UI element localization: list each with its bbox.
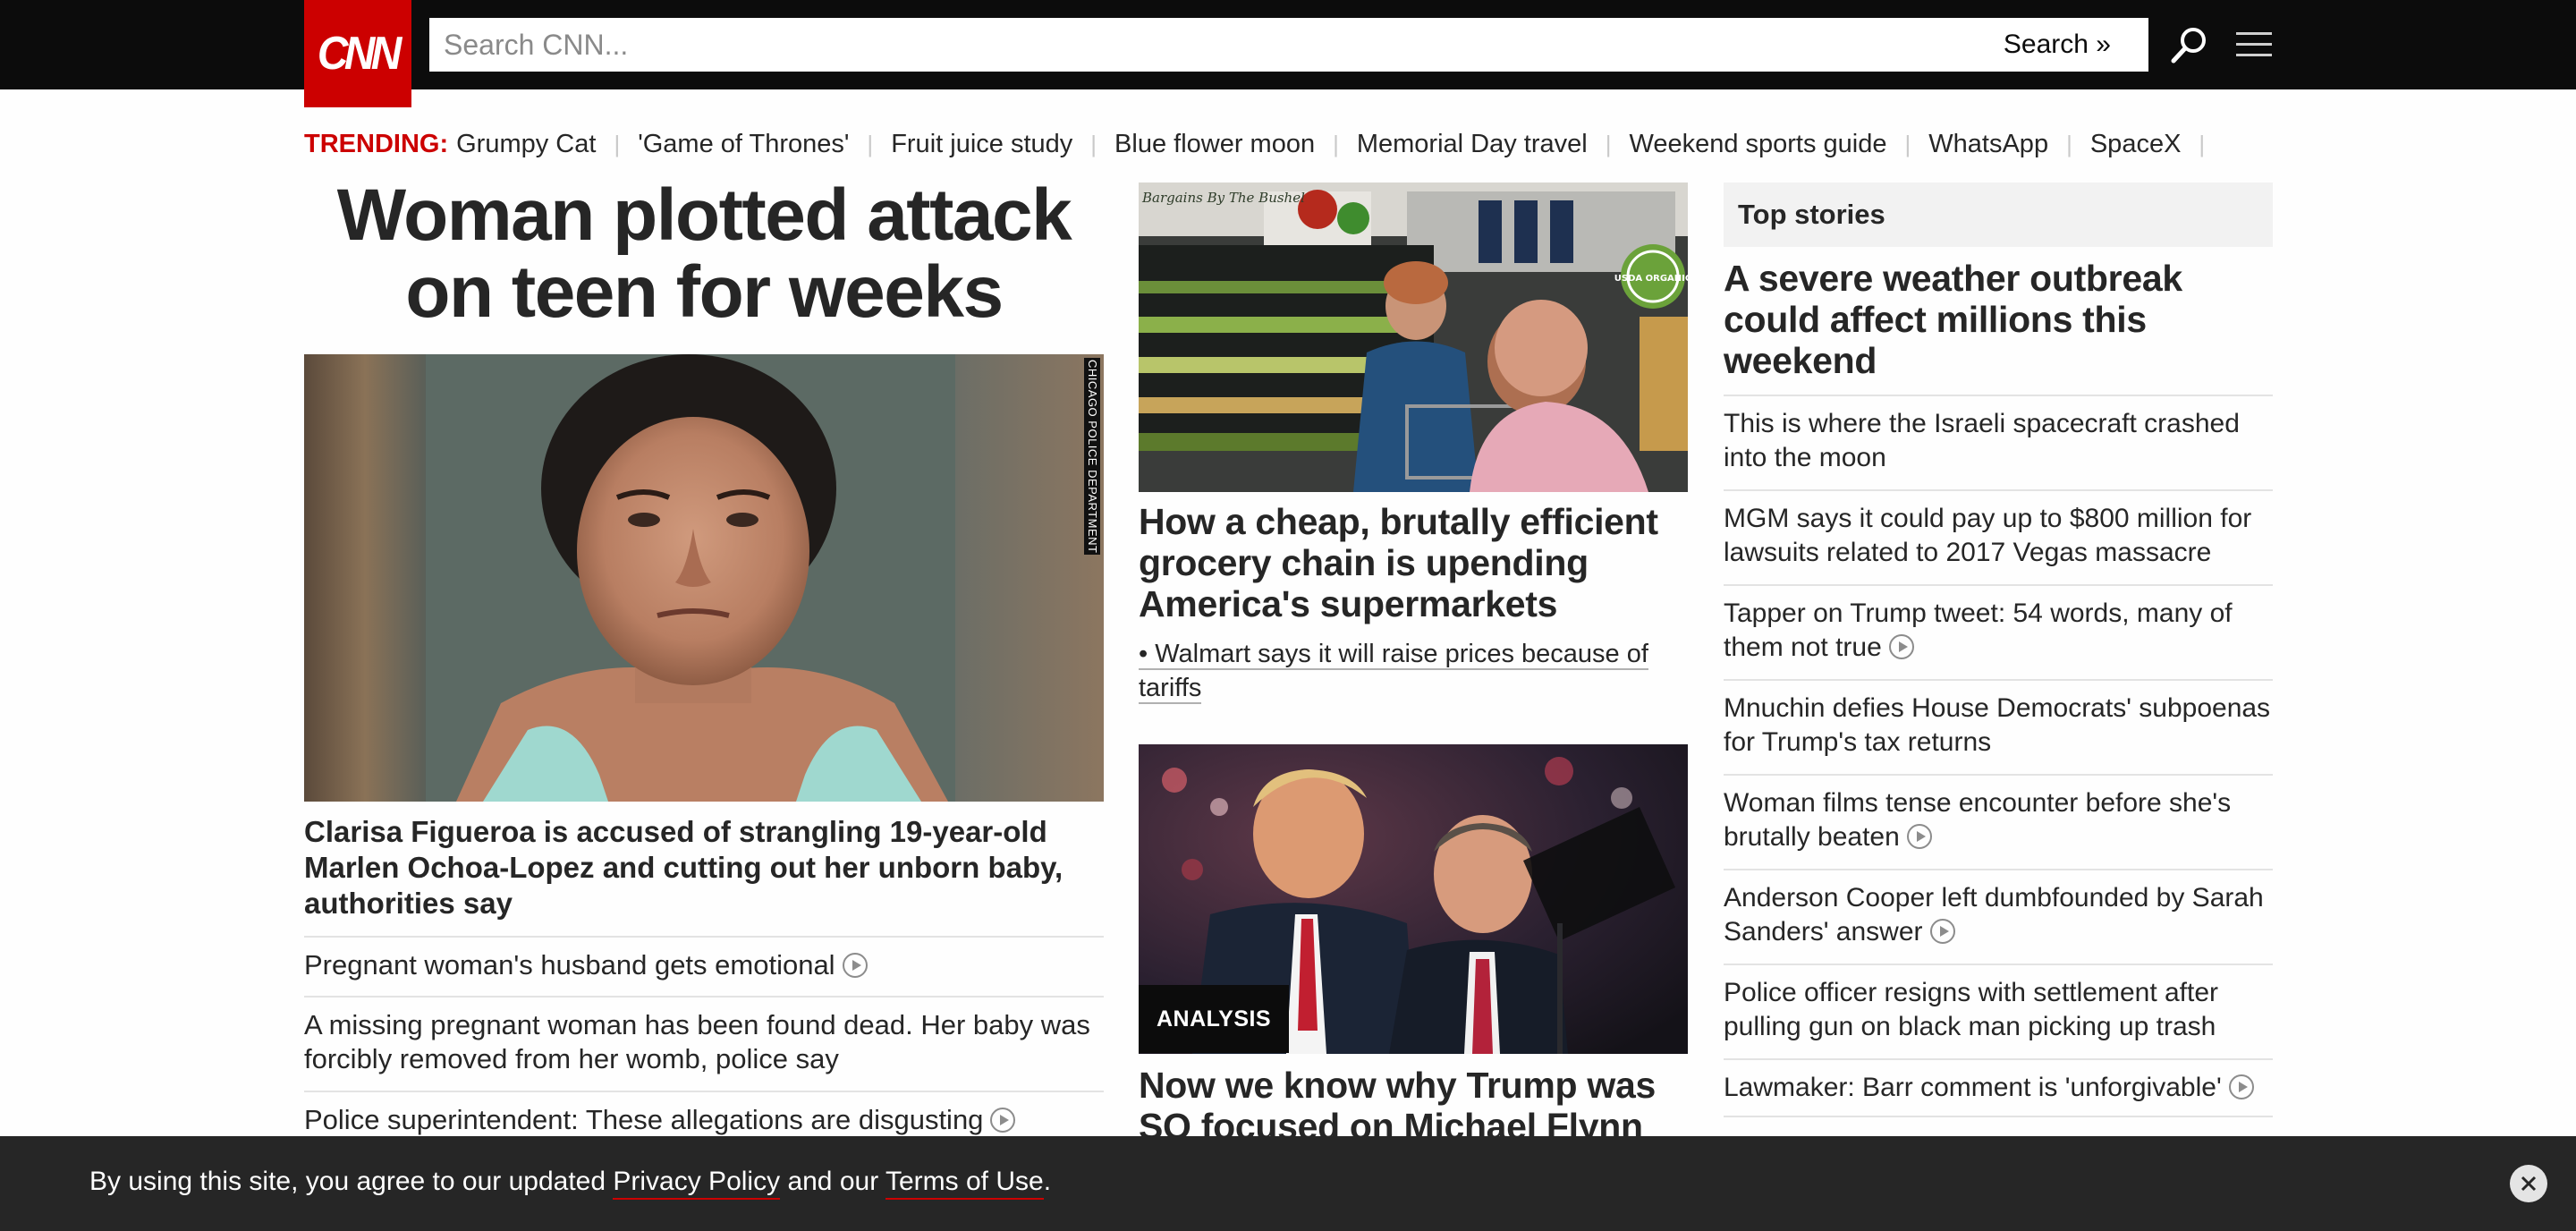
trending-label: TRENDING: [304,129,449,158]
related-story-link[interactable]: Pregnant woman's husband gets emotional [304,936,1104,982]
trending-item[interactable]: Memorial Day travel [1357,130,1588,159]
top-story-link[interactable]: Mnuchin defies House Democrats' subpoena… [1724,679,2273,760]
top-story-link[interactable]: Police officer resigns with settlement a… [1724,964,2273,1044]
search-input[interactable] [429,18,2004,72]
menu-icon[interactable] [2233,23,2275,66]
play-video-icon [990,1108,1016,1133]
trending-item[interactable]: SpaceX [2090,130,2182,159]
close-icon [2521,1176,2537,1192]
trending-separator: | [1904,130,1911,157]
trending-separator: | [614,130,621,157]
play-video-icon [1906,824,1932,849]
grocery-story-headline[interactable]: How a cheap, brutally efficient grocery … [1139,501,1688,624]
search-submit-button[interactable]: Search » [2004,30,2148,60]
search-box: Search » [429,18,2148,72]
walmart-tariffs-link[interactable]: • Walmart says it will raise prices beca… [1139,637,1688,705]
trending-item[interactable]: Weekend sports guide [1629,130,1886,159]
trending-separator: | [1090,130,1097,157]
related-story-link[interactable]: Police superintendent: These allegations… [304,1091,1104,1137]
trending-separator: | [1605,130,1612,157]
top-stories-lead-headline[interactable]: A severe weather outbreak could affect m… [1724,258,2273,381]
store-sign-text: Bargains By The Bushel [1141,190,1305,206]
play-video-icon [1888,634,1914,659]
trending-separator: | [1333,130,1339,157]
top-story-link[interactable]: Woman films tense encounter before she's… [1724,774,2273,854]
trending-separator: | [2066,130,2072,157]
flynn-story-headline[interactable]: Now we know why Trump was SO focused on … [1139,1065,1688,1136]
trending-item[interactable]: 'Game of Thrones' [638,130,849,159]
top-story-text: Woman films tense encounter before she's… [1724,788,2232,852]
top-story-text: This is where the Israeli spacecraft cra… [1724,409,2240,472]
walmart-tariffs-text: • Walmart says it will raise prices beca… [1139,640,1648,704]
cookie-message: By using this site, you agree to our upd… [89,1167,1052,1200]
top-story-text: MGM says it could pay up to $800 million… [1724,504,2252,567]
related-story-text: A missing pregnant woman has been found … [304,1009,1090,1074]
cookie-suffix: . [1043,1167,1052,1196]
related-story-text: Pregnant woman's husband gets emotional [304,949,835,981]
top-story-text: Lawmaker: Barr comment is 'unforgivable' [1724,1073,2222,1102]
trending-item[interactable]: Grumpy Cat [456,130,596,159]
top-story-text: Tapper on Trump tweet: 54 words, many of… [1724,599,2233,662]
trending-separator: | [2199,130,2206,157]
main-story-caption[interactable]: Clarisa Figueroa is accused of stranglin… [304,814,1104,921]
logo-text: CNN [318,28,402,80]
top-story-link[interactable]: This is where the Israeli spacecraft cra… [1724,395,2273,475]
play-video-icon [2228,1074,2254,1099]
top-story-text: Mnuchin defies House Democrats' subpoena… [1724,693,2271,757]
top-story-text: Anderson Cooper left dumbfounded by Sara… [1724,883,2264,947]
trending-item[interactable]: Blue flower moon [1114,130,1315,159]
top-story-link[interactable]: Tapper on Trump tweet: 54 words, many of… [1724,584,2273,665]
top-stories-title: Top stories [1724,183,2273,247]
top-story-link[interactable]: MGM says it could pay up to $800 million… [1724,489,2273,570]
main-headline[interactable]: Woman plotted attack on teen for weeks [304,177,1104,331]
trending-bar: TRENDING: Grumpy Cat | 'Game of Thrones' |… [304,126,2223,162]
privacy-policy-link[interactable]: Privacy Policy [613,1167,781,1200]
cookie-consent-bar: By using this site, you agree to our upd… [0,1136,2576,1231]
trending-item[interactable]: WhatsApp [1928,130,2048,159]
top-story-link[interactable]: Anderson Cooper left dumbfounded by Sara… [1724,869,2273,949]
mugshot-image [304,354,1104,802]
photo-credit: CHICAGO POLICE DEPARTMENT [1084,358,1100,555]
play-video-icon [842,953,868,978]
grocery-story-photo[interactable]: Bargains By The Bushel USDA ORGANIC [1139,183,1688,492]
analysis-badge: ANALYSIS [1139,985,1290,1053]
trending-item[interactable]: Fruit juice study [891,130,1072,159]
close-cookie-button[interactable] [2510,1165,2547,1202]
main-story-photo[interactable] [304,354,1104,802]
trending-separator: | [867,130,874,157]
grocery-store-image: Bargains By The Bushel USDA ORGANIC [1139,183,1688,492]
play-video-icon [1929,919,1955,944]
cookie-middle: and our [787,1167,879,1196]
terms-of-use-link[interactable]: Terms of Use [885,1167,1044,1200]
top-story-text: Police officer resigns with settlement a… [1724,978,2219,1041]
related-story-link[interactable]: A missing pregnant woman has been found … [304,996,1104,1076]
cookie-prefix: By using this site, you agree to our upd… [89,1167,606,1196]
related-story-text: Police superintendent: These allegations… [304,1104,984,1135]
usda-badge-text: USDA ORGANIC [1614,274,1688,284]
search-icon[interactable] [2168,23,2211,66]
top-story-link[interactable]: Lawmaker: Barr comment is 'unforgivable' [1724,1058,2273,1117]
cnn-logo[interactable]: CNN [304,0,411,107]
